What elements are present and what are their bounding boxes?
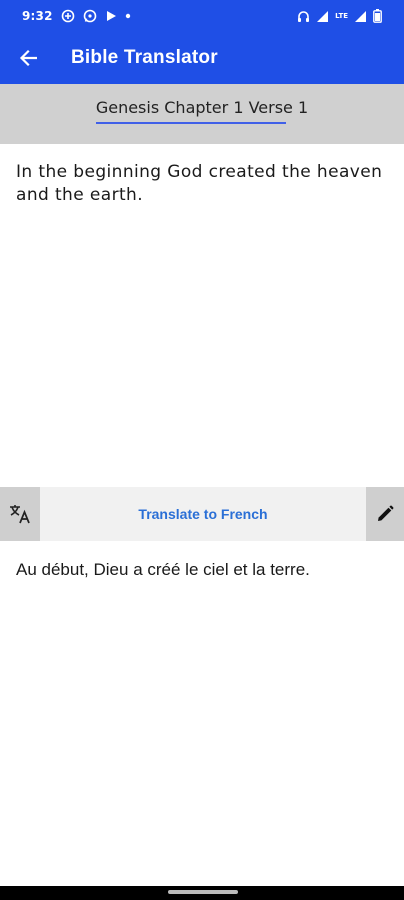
back-button[interactable]	[0, 32, 56, 84]
source-verse-text: In the beginning God created the heaven …	[16, 162, 383, 205]
app-bar: Bible Translator	[0, 32, 404, 84]
lte-signal-icon: LTE	[335, 11, 348, 20]
play-icon	[105, 10, 117, 22]
edit-button[interactable]	[366, 487, 404, 541]
source-text-panel[interactable]: In the beginning God created the heaven …	[0, 144, 404, 486]
translate-button[interactable]: Translate to French	[40, 487, 366, 541]
status-bar: 9:32 LTE	[0, 0, 404, 32]
status-right: LTE	[297, 9, 404, 23]
language-select-button[interactable]	[0, 487, 40, 541]
app-screen: 9:32 LTE Bible Translator Genesis Chapte…	[0, 0, 404, 900]
arrow-back-icon	[19, 49, 37, 67]
edit-pencil-icon	[376, 505, 394, 523]
battery-icon	[373, 9, 382, 23]
dot-icon	[125, 13, 131, 19]
translate-icon	[9, 504, 31, 524]
signal-icon	[316, 10, 329, 23]
navigation-bar	[0, 886, 404, 900]
translated-verse-text: Au début, Dieu a créé le ciel et la terr…	[16, 560, 310, 579]
verse-reference-selector[interactable]: Genesis Chapter 1 Verse 1	[95, 98, 308, 124]
headset-icon	[297, 10, 310, 23]
whatsapp-icon	[83, 9, 97, 23]
lte-label: LTE	[335, 11, 348, 20]
reference-bar: Genesis Chapter 1 Verse 1	[0, 84, 404, 144]
data-saver-icon	[61, 9, 75, 23]
signal-icon	[354, 10, 367, 23]
translated-text-panel[interactable]: Au début, Dieu a créé le ciel et la terr…	[0, 541, 404, 886]
app-title: Bible Translator	[71, 47, 218, 68]
status-left: 9:32	[0, 9, 131, 23]
status-time: 9:32	[22, 9, 53, 23]
translate-bar: Translate to French	[0, 487, 404, 541]
home-gesture-handle[interactable]	[168, 890, 238, 894]
